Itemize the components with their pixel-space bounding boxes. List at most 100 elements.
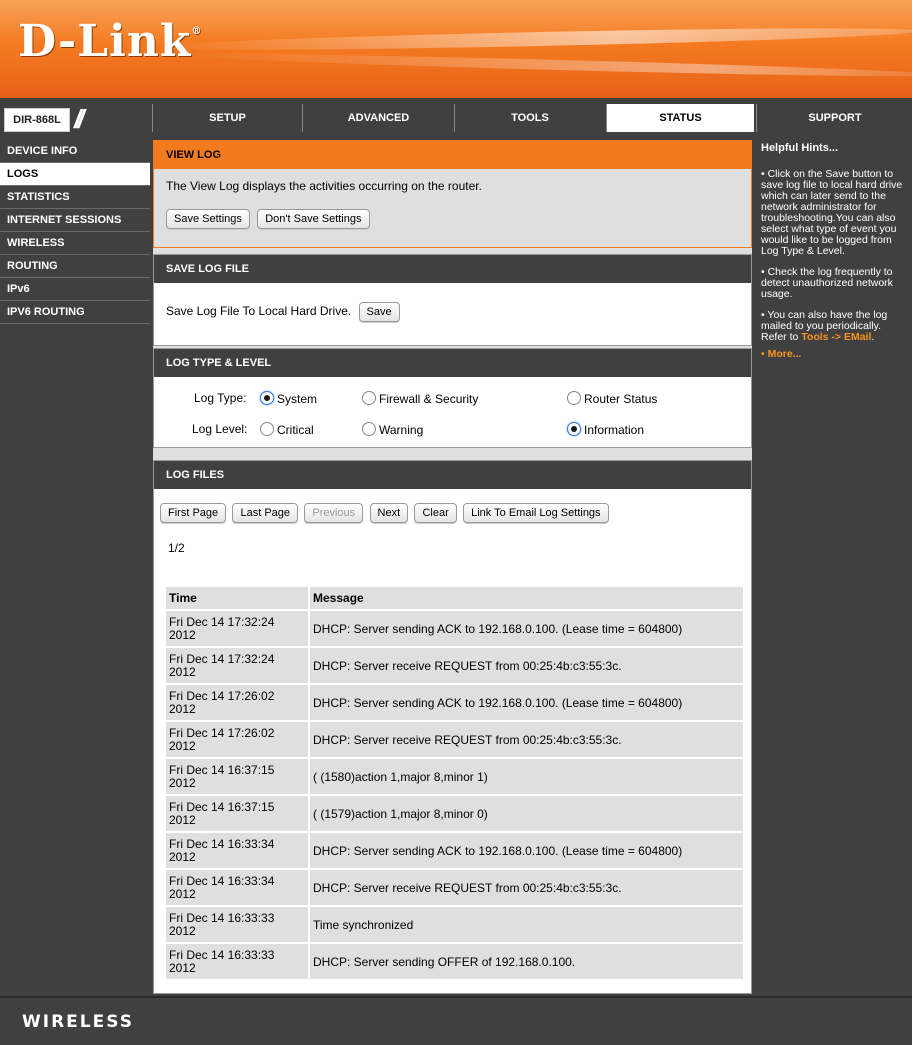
nav-device-info[interactable]: DEVICE INFO bbox=[0, 140, 150, 163]
nav-statistics[interactable]: STATISTICS bbox=[0, 186, 150, 209]
log-type-label: Log Type: bbox=[194, 391, 247, 405]
log-table: Time Message Fri Dec 14 17:32:24 2012 DHCP… bbox=[166, 585, 743, 981]
save-log-file-title: SAVE LOG FILE bbox=[154, 255, 751, 283]
helpful-hints-panel: Helpful Hints... • Click on the Save but… bbox=[757, 140, 912, 994]
log-level-information-label: Information bbox=[584, 423, 645, 437]
message-column-header: Message bbox=[310, 587, 743, 609]
model-bar: DIR-868L // bbox=[0, 102, 150, 136]
radio-icon[interactable] bbox=[260, 422, 274, 436]
log-message-cell: DHCP: Server sending ACK to 192.168.0.10… bbox=[310, 611, 743, 646]
log-level-warning[interactable]: Warning bbox=[362, 422, 423, 437]
dlink-logo: D-Link® bbox=[18, 16, 202, 67]
nav-ipv6[interactable]: IPv6 bbox=[0, 278, 150, 301]
view-log-title: VIEW LOG bbox=[154, 141, 751, 169]
last-page-button[interactable]: Last Page bbox=[232, 503, 299, 523]
tab-tools[interactable]: TOOLS bbox=[454, 104, 605, 132]
nav-routing[interactable]: ROUTING bbox=[0, 255, 150, 278]
hint-email-end: . bbox=[871, 331, 875, 343]
log-message-cell: Time synchronized bbox=[310, 907, 743, 942]
hints-title: Helpful Hints... bbox=[761, 142, 838, 154]
log-time-date: Fri Dec 14 16:33:33 bbox=[169, 947, 275, 962]
registered-mark: ® bbox=[191, 26, 203, 37]
table-row: Fri Dec 14 16:33:33 2012 Time synchronized bbox=[166, 907, 743, 942]
next-page-button[interactable]: Next bbox=[369, 503, 409, 523]
nav-logs[interactable]: LOGS bbox=[0, 163, 150, 186]
nav-internet-sessions[interactable]: INTERNET SESSIONS bbox=[0, 209, 150, 232]
slashes-decoration: // bbox=[74, 104, 85, 134]
log-time-cell: Fri Dec 14 16:33:33 2012 bbox=[166, 907, 308, 942]
table-row: Fri Dec 14 17:32:24 2012 DHCP: Server rece… bbox=[166, 648, 743, 683]
tab-advanced[interactable]: ADVANCED bbox=[302, 104, 454, 132]
log-type-firewall-label: Firewall & Security bbox=[379, 392, 479, 406]
log-time-cell: Fri Dec 14 17:32:24 2012 bbox=[166, 611, 308, 646]
log-level-critical-label: Critical bbox=[277, 423, 314, 437]
log-message-cell: DHCP: Server receive REQUEST from 00:25:… bbox=[310, 722, 743, 757]
log-time-cell: Fri Dec 14 17:26:02 2012 bbox=[166, 722, 308, 757]
log-type-router-status[interactable]: Router Status bbox=[567, 391, 657, 406]
tab-setup[interactable]: SETUP bbox=[152, 104, 302, 132]
table-row: Fri Dec 14 17:26:02 2012 DHCP: Server send… bbox=[166, 685, 743, 720]
clear-log-button[interactable]: Clear bbox=[414, 503, 457, 523]
log-time-year: 2012 bbox=[169, 627, 196, 642]
log-time-year: 2012 bbox=[169, 923, 196, 938]
log-files-title: LOG FILES bbox=[154, 461, 751, 489]
log-time-year: 2012 bbox=[169, 664, 196, 679]
footer-bar: WIRELESS bbox=[0, 996, 912, 1045]
hint-check: • Check the log frequently to detect una… bbox=[761, 266, 893, 300]
log-time-year: 2012 bbox=[169, 886, 196, 901]
log-level-critical[interactable]: Critical bbox=[260, 422, 314, 437]
save-log-file-label: Save Log File To Local Hard Drive. bbox=[166, 304, 352, 318]
radio-icon[interactable] bbox=[362, 422, 376, 436]
model-label: DIR-868L bbox=[4, 108, 70, 132]
tab-support[interactable]: SUPPORT bbox=[756, 104, 912, 132]
save-settings-button[interactable]: Save Settings bbox=[166, 209, 250, 229]
tools-email-link[interactable]: Tools -> EMail bbox=[801, 331, 871, 343]
log-time-date: Fri Dec 14 16:37:15 bbox=[169, 762, 275, 777]
dont-save-settings-button[interactable]: Don't Save Settings bbox=[257, 209, 370, 229]
log-type-system[interactable]: System bbox=[260, 391, 317, 406]
table-row: Fri Dec 14 17:26:02 2012 DHCP: Server rece… bbox=[166, 722, 743, 757]
log-message-cell: DHCP: Server sending ACK to 192.168.0.10… bbox=[310, 833, 743, 868]
save-log-button[interactable]: Save bbox=[358, 302, 400, 322]
time-column-header: Time bbox=[166, 587, 308, 609]
radio-icon[interactable] bbox=[362, 391, 376, 405]
log-time-year: 2012 bbox=[169, 849, 196, 864]
log-type-firewall[interactable]: Firewall & Security bbox=[362, 391, 478, 406]
log-time-cell: Fri Dec 14 16:33:34 2012 bbox=[166, 833, 308, 868]
log-time-cell: Fri Dec 14 16:37:15 2012 bbox=[166, 759, 308, 794]
table-row: Fri Dec 14 17:32:24 2012 DHCP: Server send… bbox=[166, 611, 743, 646]
table-row: Fri Dec 14 16:33:34 2012 DHCP: Server send… bbox=[166, 833, 743, 868]
log-message-cell: ( (1580)action 1,major 8,minor 1) bbox=[310, 759, 743, 794]
log-time-cell: Fri Dec 14 16:33:33 2012 bbox=[166, 944, 308, 979]
first-page-button[interactable]: First Page bbox=[160, 503, 227, 523]
nav-wireless[interactable]: WIRELESS bbox=[0, 232, 150, 255]
log-time-date: Fri Dec 14 17:26:02 bbox=[169, 688, 275, 703]
hint-save: • Click on the Save button to save log f… bbox=[761, 168, 903, 257]
log-time-year: 2012 bbox=[169, 738, 196, 753]
log-type-system-label: System bbox=[277, 392, 318, 406]
log-time-cell: Fri Dec 14 17:32:24 2012 bbox=[166, 648, 308, 683]
tab-status[interactable]: STATUS bbox=[606, 104, 754, 132]
more-link[interactable]: • More... bbox=[761, 349, 908, 360]
table-row: Fri Dec 14 16:33:33 2012 DHCP: Server send… bbox=[166, 944, 743, 979]
nav-ipv6-routing[interactable]: IPV6 ROUTING bbox=[0, 301, 150, 324]
page-indicator: 1/2 bbox=[168, 541, 185, 555]
radio-icon[interactable] bbox=[567, 391, 581, 405]
log-level-information[interactable]: Information bbox=[567, 422, 644, 437]
log-files-section: LOG FILES First Page Last Page Previous … bbox=[153, 460, 752, 994]
left-nav: DEVICE INFO LOGS STATISTICS INTERNET SES… bbox=[0, 140, 150, 994]
radio-icon[interactable] bbox=[567, 422, 581, 436]
table-row: Fri Dec 14 16:37:15 2012( (1580)action 1,… bbox=[166, 759, 743, 794]
radio-icon[interactable] bbox=[260, 391, 274, 405]
log-time-year: 2012 bbox=[169, 812, 196, 827]
log-message-cell: DHCP: Server sending ACK to 192.168.0.10… bbox=[310, 685, 743, 720]
save-log-file-section: SAVE LOG FILE Save Log File To Local Har… bbox=[153, 254, 752, 346]
view-log-description: The View Log displays the activities occ… bbox=[166, 179, 482, 193]
log-time-date: Fri Dec 14 16:37:15 bbox=[169, 799, 275, 814]
log-time-date: Fri Dec 14 16:33:34 bbox=[169, 873, 275, 888]
email-log-settings-button[interactable]: Link To Email Log Settings bbox=[463, 503, 609, 523]
log-time-year: 2012 bbox=[169, 701, 196, 716]
table-row: Fri Dec 14 16:37:15 2012( (1579)action 1,… bbox=[166, 796, 743, 831]
log-time-date: Fri Dec 14 17:26:02 bbox=[169, 725, 275, 740]
previous-page-button[interactable]: Previous bbox=[304, 503, 364, 523]
